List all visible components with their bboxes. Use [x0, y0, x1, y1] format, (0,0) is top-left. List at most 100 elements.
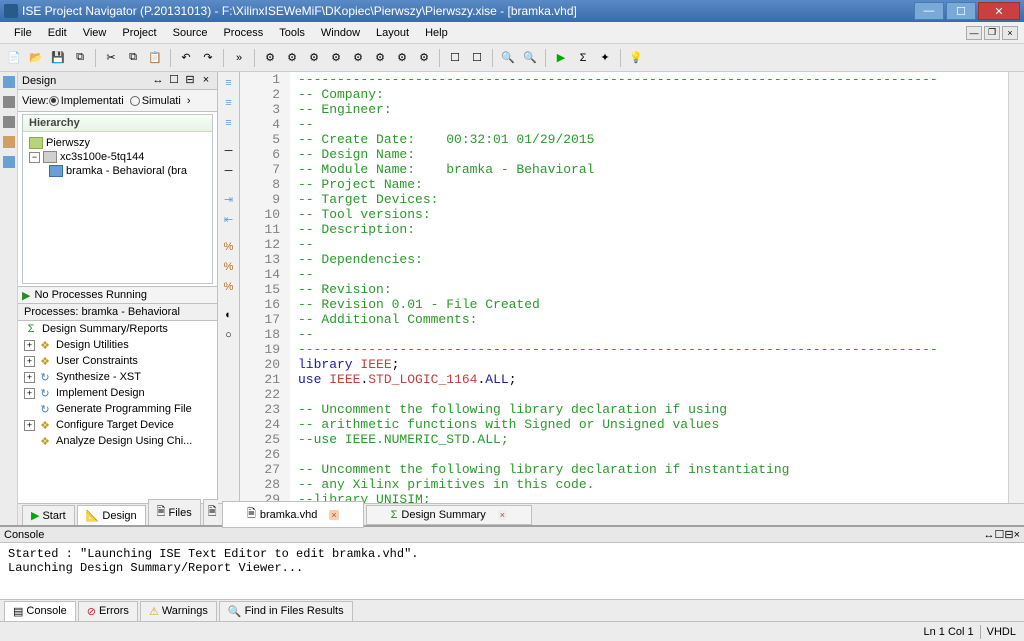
nav-fwd[interactable]: ☐: [467, 48, 487, 68]
mdi-close-button[interactable]: ×: [1002, 26, 1018, 40]
edit-tool-11[interactable]: ◐: [220, 306, 238, 324]
edit-tool-3[interactable]: ≡: [220, 114, 238, 132]
side-icon-2[interactable]: [3, 96, 15, 108]
menu-edit[interactable]: Edit: [40, 25, 75, 41]
mdi-restore-button[interactable]: ❐: [984, 26, 1000, 40]
hint-button[interactable]: 💡: [626, 48, 646, 68]
tool-x[interactable]: ✦: [595, 48, 615, 68]
paste-button[interactable]: 📋: [145, 48, 165, 68]
editor-scrollbar[interactable]: [1008, 72, 1024, 503]
tab-close-icon[interactable]: ×: [329, 510, 338, 520]
expander-plus-icon[interactable]: +: [24, 420, 35, 431]
nav-back[interactable]: ☐: [445, 48, 465, 68]
edit-tool-7[interactable]: ⇤: [220, 210, 238, 228]
console-close-icon[interactable]: ×: [1014, 529, 1020, 541]
tool-d[interactable]: ⚙: [326, 48, 346, 68]
copy-button[interactable]: ⧉: [123, 48, 143, 68]
find2-button[interactable]: 🔍: [520, 48, 540, 68]
edit-tool-1[interactable]: ≡: [220, 74, 238, 92]
edit-tool-12[interactable]: ○: [220, 326, 238, 344]
console-tab-warnings[interactable]: ⚠Warnings: [140, 601, 217, 621]
hierarchy-module[interactable]: bramka - Behavioral (bra: [29, 164, 206, 178]
tab-files[interactable]: 🗎Files: [148, 499, 201, 525]
editor-tab-bramka[interactable]: 🗎 bramka.vhd ×: [222, 501, 364, 528]
tool-h[interactable]: ⚙: [414, 48, 434, 68]
expander-plus-icon[interactable]: +: [24, 340, 35, 351]
view-more-icon[interactable]: ›: [187, 95, 191, 107]
tab-design[interactable]: 📐Design: [77, 505, 146, 525]
tool-g[interactable]: ⚙: [392, 48, 412, 68]
console-tab-errors[interactable]: ⊘Errors: [78, 601, 138, 621]
hierarchy-chip[interactable]: − xc3s100e-5tq144: [29, 150, 206, 164]
console-tab-console[interactable]: ▤Console: [4, 601, 76, 621]
menu-view[interactable]: View: [75, 25, 115, 41]
menu-process[interactable]: Process: [215, 25, 271, 41]
minimize-button[interactable]: —: [914, 2, 944, 20]
tool-b[interactable]: ⚙: [282, 48, 302, 68]
process-analyze[interactable]: ❖Analyze Design Using Chi...: [18, 433, 217, 449]
view-simulation-radio[interactable]: Simulati: [130, 95, 181, 107]
edit-tool-9[interactable]: %: [220, 258, 238, 276]
tool-c[interactable]: ⚙: [304, 48, 324, 68]
tab-close-icon[interactable]: ×: [498, 510, 507, 520]
menu-window[interactable]: Window: [313, 25, 368, 41]
open-button[interactable]: 📂: [26, 48, 46, 68]
panel-close-icon[interactable]: ×: [199, 74, 213, 88]
process-design-utilities[interactable]: +❖Design Utilities: [18, 337, 217, 353]
panel-pin-icon[interactable]: ⊟: [183, 74, 197, 88]
menu-layout[interactable]: Layout: [368, 25, 417, 41]
menu-help[interactable]: Help: [417, 25, 456, 41]
process-user-constraints[interactable]: +❖User Constraints: [18, 353, 217, 369]
console-float-icon[interactable]: ☐: [994, 528, 1004, 541]
panel-float-icon[interactable]: ☐: [167, 74, 181, 88]
saveall-button[interactable]: ⧉: [70, 48, 90, 68]
hierarchy-project[interactable]: Pierwszy: [29, 136, 206, 150]
play-icon[interactable]: ▶: [22, 289, 30, 302]
panel-arrows-icon[interactable]: ↔: [151, 74, 165, 88]
undo-button[interactable]: ↶: [176, 48, 196, 68]
process-design-summary[interactable]: ΣDesign Summary/Reports: [18, 321, 217, 337]
expander-plus-icon[interactable]: +: [24, 356, 35, 367]
more-button[interactable]: »: [229, 48, 249, 68]
edit-tool-6[interactable]: ⇥: [220, 190, 238, 208]
find-button[interactable]: 🔍: [498, 48, 518, 68]
console-tab-find[interactable]: 🔍Find in Files Results: [219, 601, 353, 621]
side-icon-5[interactable]: [3, 156, 15, 168]
process-implement[interactable]: +↻Implement Design: [18, 385, 217, 401]
redo-button[interactable]: ↷: [198, 48, 218, 68]
edit-tool-8[interactable]: %: [220, 238, 238, 256]
edit-tool-5[interactable]: ─: [220, 162, 238, 180]
console-output[interactable]: Started : "Launching ISE Text Editor to …: [0, 543, 1024, 599]
expander-minus-icon[interactable]: −: [29, 152, 40, 163]
tab-start[interactable]: ▶Start: [22, 505, 75, 525]
menu-tools[interactable]: Tools: [271, 25, 313, 41]
cut-button[interactable]: ✂: [101, 48, 121, 68]
view-implementation-radio[interactable]: Implementati: [49, 95, 124, 107]
side-icon-4[interactable]: [3, 136, 15, 148]
expander-plus-icon[interactable]: +: [24, 372, 35, 383]
maximize-button[interactable]: ☐: [946, 2, 976, 20]
tool-e[interactable]: ⚙: [348, 48, 368, 68]
sigma-button[interactable]: Σ: [573, 48, 593, 68]
edit-tool-2[interactable]: ≡: [220, 94, 238, 112]
side-icon-1[interactable]: [3, 76, 15, 88]
edit-tool-10[interactable]: %: [220, 278, 238, 296]
new-button[interactable]: 📄: [4, 48, 24, 68]
edit-tool-4[interactable]: ─: [220, 142, 238, 160]
run-button[interactable]: ▶: [551, 48, 571, 68]
save-button[interactable]: 💾: [48, 48, 68, 68]
tool-f[interactable]: ⚙: [370, 48, 390, 68]
menu-file[interactable]: File: [6, 25, 40, 41]
expander-plus-icon[interactable]: +: [24, 388, 35, 399]
close-button[interactable]: ✕: [978, 2, 1020, 20]
menu-source[interactable]: Source: [165, 25, 216, 41]
code-editor[interactable]: 1---------------------------------------…: [240, 72, 1008, 503]
tool-a[interactable]: ⚙: [260, 48, 280, 68]
side-icon-3[interactable]: [3, 116, 15, 128]
menu-project[interactable]: Project: [114, 25, 164, 41]
mdi-minimize-button[interactable]: —: [966, 26, 982, 40]
editor-tab-summary[interactable]: Σ Design Summary ×: [366, 505, 532, 525]
process-synthesize[interactable]: +↻Synthesize - XST: [18, 369, 217, 385]
process-generate-prog-file[interactable]: ↻Generate Programming File: [18, 401, 217, 417]
console-arrows-icon[interactable]: ↔: [983, 529, 994, 541]
